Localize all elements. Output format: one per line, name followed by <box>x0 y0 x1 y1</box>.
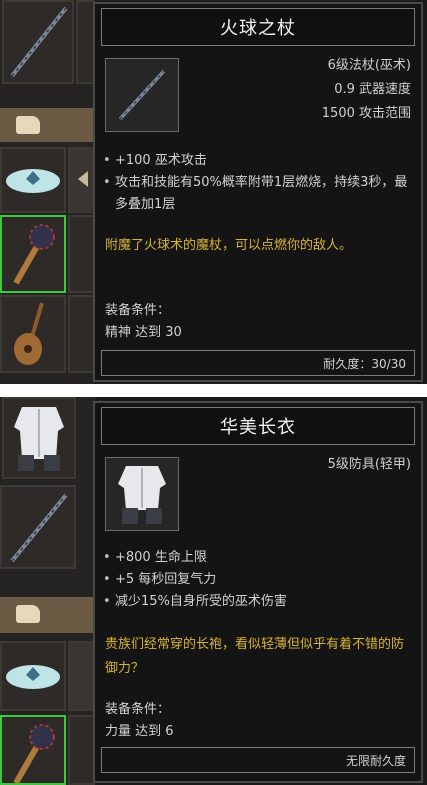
weapon-speed: 0.9 武器速度 <box>334 82 411 97</box>
inventory-slot[interactable] <box>68 641 95 711</box>
stat-line: • +5 每秒回复气力 <box>103 572 217 587</box>
staff-icon <box>10 493 68 563</box>
tooltip-window: 华美长衣 5级防具(轻甲) • +800 生命上限 • +5 每秒回复气力 • 减少1… <box>93 401 423 783</box>
mace-icon <box>13 724 55 783</box>
inventory-slot-scroll[interactable] <box>0 641 66 711</box>
category-tab[interactable] <box>0 597 95 633</box>
mace-icon <box>13 224 55 285</box>
item-type: 5级防具(轻甲) <box>327 457 411 472</box>
attack-range: 1500 攻击范围 <box>321 106 411 121</box>
stat-line: • 攻击和技能有50%概率附带1层燃烧，持续3秒，最多叠加1层 <box>103 175 408 212</box>
stat-list: • +800 生命上限 • +5 每秒回复气力 • 减少15%自身所受的巫术伤害 <box>103 547 413 613</box>
item-lore: 附魔了火球术的魔杖，可以点燃你的敌人。 <box>105 238 353 253</box>
item-title: 华美长衣 <box>101 407 415 445</box>
item-title: 火球之杖 <box>101 8 415 46</box>
requirement-label: 装备条件： <box>105 303 171 318</box>
inventory-slot-mace[interactable] <box>0 215 66 293</box>
staff-icon <box>118 69 166 121</box>
robe-icon <box>118 466 166 524</box>
requirement-value: 精神 达到 30 <box>105 325 182 340</box>
durability-bar: 无限耐久度 <box>101 747 415 773</box>
item-thumbnail <box>105 58 179 132</box>
item-tooltip-panel-staff: 火球之杖 6级法杖(巫术) 0.9 武器速度 1500 攻击范围 • +100 巫… <box>0 0 427 384</box>
item-tooltip-panel-robe: 华美长衣 5级防具(轻甲) • +800 生命上限 • +5 每秒回复气力 • 减少1… <box>0 397 427 785</box>
inventory-slot-lute[interactable] <box>0 295 66 373</box>
expand-arrow-icon[interactable] <box>78 171 88 187</box>
scroll-icon <box>6 169 60 193</box>
stat-line: • 减少15%自身所受的巫术伤害 <box>103 594 287 609</box>
inventory-column <box>0 397 95 785</box>
inventory-slot[interactable] <box>68 215 95 293</box>
inventory-column <box>0 0 95 384</box>
stat-list: • +100 巫术攻击 • 攻击和技能有50%概率附带1层燃烧，持续3秒，最多叠加1… <box>103 150 413 216</box>
inventory-slot-mace[interactable] <box>0 715 66 785</box>
inventory-slot-robe[interactable] <box>2 397 76 479</box>
tooltip-window: 火球之杖 6级法杖(巫术) 0.9 武器速度 1500 攻击范围 • +100 巫… <box>93 2 423 382</box>
staff-icon <box>10 6 68 78</box>
lute-icon <box>14 302 44 365</box>
robe-icon <box>14 407 64 471</box>
requirement-value: 力量 达到 6 <box>105 724 174 739</box>
inventory-slot-scroll[interactable] <box>0 147 66 213</box>
inventory-slot[interactable] <box>68 295 95 373</box>
item-thumbnail <box>105 457 179 531</box>
durability-bar: 耐久度：30/30 <box>101 350 415 376</box>
item-lore: 贵族们经常穿的长袍，看似轻薄但似乎有着不错的防御力？ <box>105 637 405 676</box>
item-info: 6级法杖(巫术) 0.9 武器速度 1500 攻击范围 <box>322 54 411 126</box>
inventory-slot-staff[interactable] <box>0 485 76 569</box>
stat-line: • +800 生命上限 <box>103 550 207 565</box>
stat-line: • +100 巫术攻击 <box>103 153 207 168</box>
category-tab[interactable] <box>0 108 95 142</box>
inventory-slot[interactable] <box>68 715 95 785</box>
item-info: 5级防具(轻甲) <box>328 453 411 477</box>
bag-icon <box>16 116 40 134</box>
item-type: 6级法杖(巫术) <box>327 58 411 73</box>
inventory-slot-staff[interactable] <box>2 0 74 84</box>
requirement-label: 装备条件： <box>105 702 171 717</box>
requirement-block: 装备条件： 力量 达到 6 <box>105 699 174 743</box>
scroll-icon <box>6 665 60 689</box>
bag-icon <box>16 605 40 623</box>
requirement-block: 装备条件： 精神 达到 30 <box>105 300 182 344</box>
